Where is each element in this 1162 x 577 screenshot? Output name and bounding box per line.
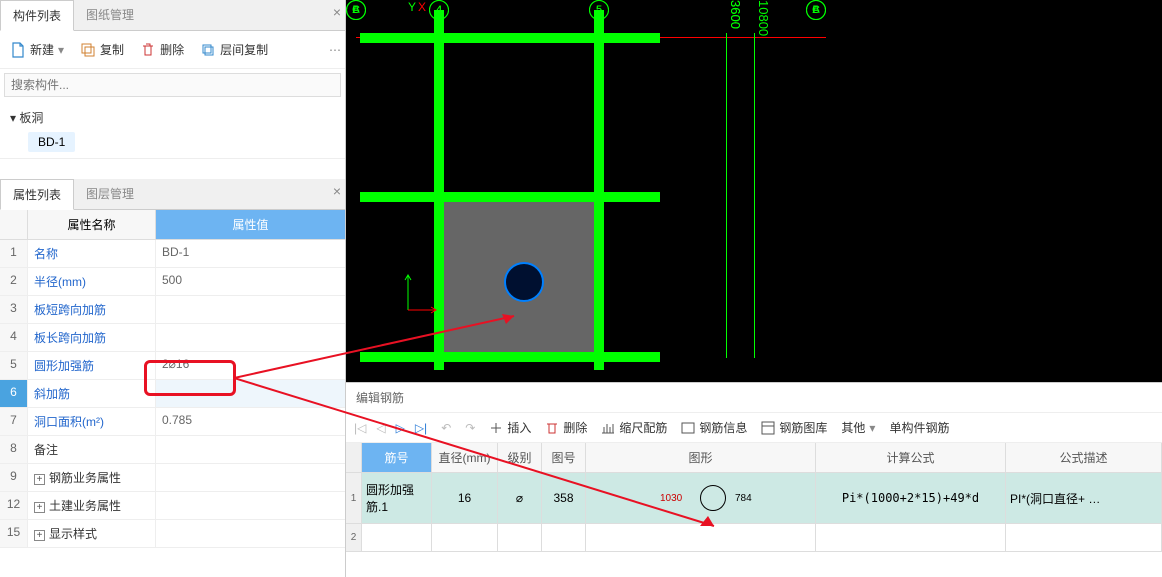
delete-button[interactable]: 删除 xyxy=(134,37,190,62)
axis-x-label: X xyxy=(418,0,426,14)
ruler-icon xyxy=(601,421,615,435)
editor-title: 编辑钢筋 xyxy=(346,383,1162,413)
grid-bubble: A xyxy=(346,0,366,20)
insert-icon xyxy=(489,421,503,435)
ucs-icon xyxy=(398,270,438,320)
rebar-row[interactable]: 1 圆形加强筋.1 16 ⌀ 358 1030 784 Pi*(1000+2*1… xyxy=(346,473,1162,524)
other-dropdown[interactable]: 其他▾ xyxy=(841,419,875,436)
tree-item-bd1[interactable]: BD-1 xyxy=(28,132,75,152)
col-shape-code[interactable]: 图号 xyxy=(542,443,586,472)
rebar-info-button[interactable]: 钢筋信息 xyxy=(681,419,747,436)
close-icon[interactable]: × xyxy=(333,4,341,20)
library-icon xyxy=(761,421,775,435)
layer-copy-button[interactable]: 层间复制 xyxy=(194,37,274,62)
dim-label: 3600 xyxy=(728,0,743,29)
prop-row[interactable]: 9+钢筋业务属性 xyxy=(0,464,345,492)
nav-last-icon[interactable]: ▷| xyxy=(415,421,427,435)
canvas-viewport[interactable]: 4 5 C B A C B A 4 5 3600 10800 3600 Y X xyxy=(346,0,1162,382)
single-rebar-button[interactable]: 单构件钢筋 xyxy=(889,419,949,436)
dim-label: 10800 xyxy=(756,0,771,36)
prop-row[interactable]: 7洞口面积(m²)0.785 xyxy=(0,408,345,436)
axis-y-label: Y xyxy=(408,0,416,14)
prop-row[interactable]: 12+土建业务属性 xyxy=(0,492,345,520)
grid-bubble: 5 xyxy=(589,0,609,20)
col-rebar-id[interactable]: 筋号 xyxy=(362,443,432,472)
rebar-lib-button[interactable]: 钢筋图库 xyxy=(761,419,827,436)
grid-bubble: 4 xyxy=(429,0,449,20)
copy-icon xyxy=(80,42,96,58)
search-input[interactable] xyxy=(4,73,341,97)
tab-layer-mgmt[interactable]: 图层管理 xyxy=(74,179,146,209)
new-button[interactable]: 新建▾ xyxy=(4,37,70,62)
copy-button[interactable]: 复制 xyxy=(74,37,130,62)
tab-component-list[interactable]: 构件列表 xyxy=(0,0,74,31)
scale-rebar-button[interactable]: 缩尺配筋 xyxy=(601,419,667,436)
layers-icon xyxy=(200,42,216,58)
prop-row[interactable]: 2半径(mm)500 xyxy=(0,268,345,296)
tab-drawing-mgmt[interactable]: 图纸管理 xyxy=(74,0,146,30)
prop-row[interactable]: 15+显示样式 xyxy=(0,520,345,548)
rebar-shape-graphic: 1030 784 xyxy=(590,483,811,513)
rebar-row[interactable]: 2 xyxy=(346,524,1162,552)
col-prop-name: 属性名称 xyxy=(28,210,156,239)
new-file-icon xyxy=(10,42,26,58)
grid-bubble: A xyxy=(806,0,826,20)
prop-row[interactable]: 5圆形加强筋2⌀16 xyxy=(0,352,345,380)
nav-first-icon[interactable]: |◁ xyxy=(354,421,366,435)
more-icon[interactable]: ⋯ xyxy=(329,43,341,57)
prop-row[interactable]: 1名称BD-1 xyxy=(0,240,345,268)
prop-row[interactable]: 8备注 xyxy=(0,436,345,464)
prop-row[interactable]: 3板短跨向加筋 xyxy=(0,296,345,324)
col-grade[interactable]: 级别 xyxy=(498,443,542,472)
insert-button[interactable]: 插入 xyxy=(489,419,531,436)
col-diameter[interactable]: 直径(mm) xyxy=(432,443,498,472)
tree-root[interactable]: ▾ 板洞 xyxy=(10,107,335,128)
redo-icon[interactable]: ↷ xyxy=(465,421,475,435)
nav-next-icon[interactable]: ▷ xyxy=(396,421,405,435)
delete-rebar-button[interactable]: 删除 xyxy=(545,419,587,436)
info-icon xyxy=(681,421,695,435)
col-shape[interactable]: 图形 xyxy=(586,443,816,472)
tab-prop-list[interactable]: 属性列表 xyxy=(0,179,74,210)
col-prop-value: 属性值 xyxy=(156,210,345,239)
undo-icon[interactable]: ↶ xyxy=(441,421,451,435)
prop-row[interactable]: 6斜加筋 xyxy=(0,380,345,408)
prop-row[interactable]: 4板长跨向加筋 xyxy=(0,324,345,352)
col-desc[interactable]: 公式描述 xyxy=(1006,443,1162,472)
trash-icon xyxy=(140,42,156,58)
trash-icon xyxy=(545,421,559,435)
col-formula[interactable]: 计算公式 xyxy=(816,443,1006,472)
close-icon[interactable]: × xyxy=(333,183,341,199)
nav-prev-icon[interactable]: ◁ xyxy=(376,421,385,435)
